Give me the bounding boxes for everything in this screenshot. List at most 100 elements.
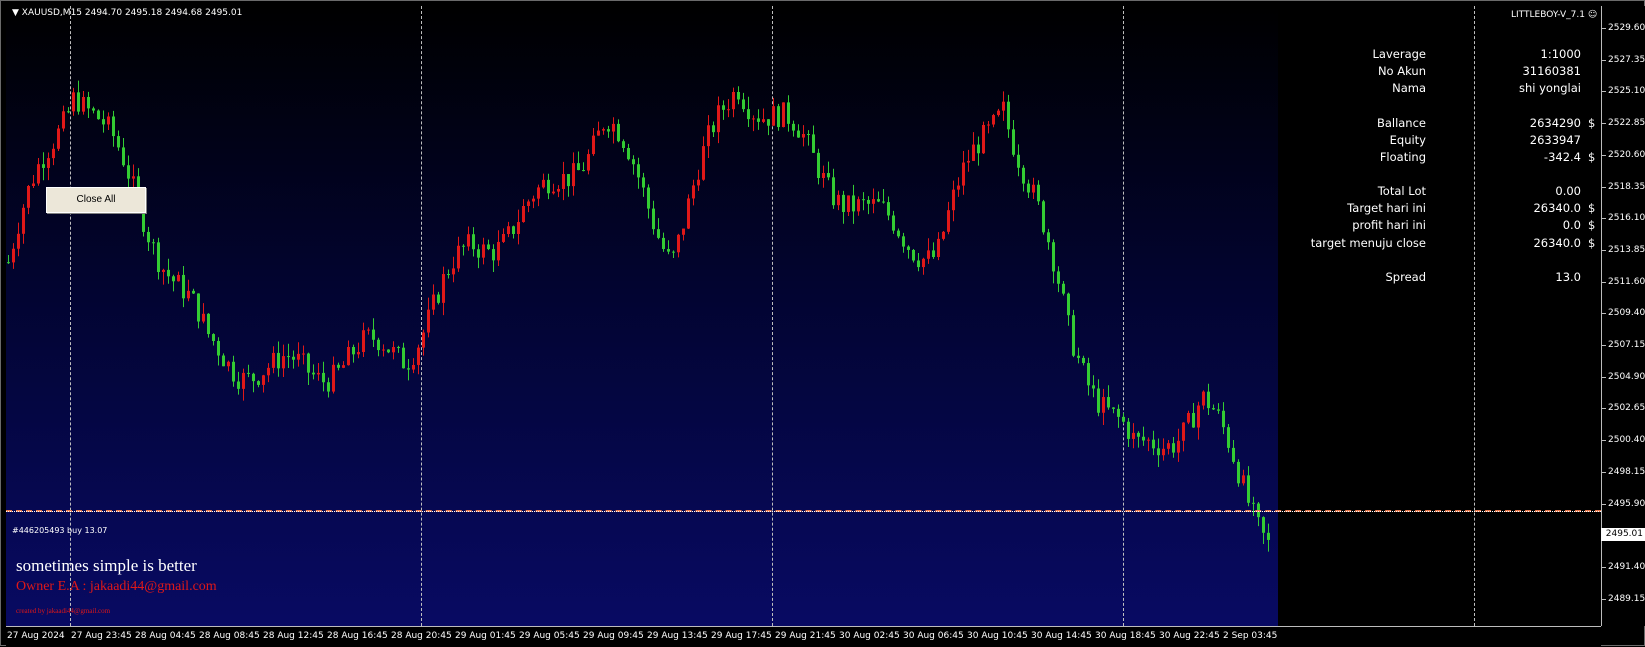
candle-body: [767, 119, 770, 126]
candle-body: [517, 222, 520, 235]
ea-name: LITTLEBOY-V_7.1 ☺: [1511, 10, 1597, 20]
candle-body: [352, 346, 355, 355]
candle-body: [162, 269, 165, 273]
chart-window: ▼ XAUUSD,M15 2494.70 2495.18 2494.68 249…: [0, 0, 1645, 647]
candle-body: [157, 242, 160, 273]
candle-body: [937, 238, 940, 258]
candle-body: [477, 249, 480, 258]
candle-body: [582, 170, 585, 172]
price-tick-mark: [1602, 28, 1606, 29]
candle-body: [467, 234, 470, 247]
candle-body: [1222, 410, 1225, 428]
candle-body: [702, 146, 705, 180]
candle-body: [707, 125, 710, 147]
candle-body: [927, 250, 930, 259]
candle-body: [667, 249, 670, 252]
candle-body: [182, 274, 185, 299]
candle-body: [1232, 447, 1235, 462]
candle-body: [202, 313, 205, 322]
candle-body: [102, 119, 105, 125]
price-tick-mark: [1602, 471, 1606, 473]
candle-body: [932, 250, 935, 258]
candle-body: [787, 102, 790, 124]
info-label: Spread: [1385, 270, 1427, 284]
info-value: 0.00: [1555, 184, 1581, 198]
chart-plot-area[interactable]: ▼ XAUUSD,M15 2494.70 2495.18 2494.68 249…: [6, 6, 1601, 626]
time-axis[interactable]: 27 Aug 2024 27 Aug 23:45 28 Aug 04:45 28 Au…: [6, 626, 1601, 647]
candle-body: [877, 199, 880, 202]
price-tick-label: 2498.15: [1608, 466, 1645, 477]
time-tick-label: 2 Sep 03:45: [1223, 631, 1278, 641]
candle-body: [497, 241, 500, 261]
bid-price-label: 2495.01: [1601, 528, 1645, 541]
candle-body: [732, 91, 735, 110]
candle-body: [1017, 154, 1020, 168]
candle-body: [812, 134, 815, 153]
price-tick-mark: [1602, 154, 1606, 156]
candle-body: [1142, 436, 1145, 441]
candle-body: [132, 176, 135, 179]
time-tick-label: 28 Aug 04:45: [135, 631, 196, 641]
candle-body: [597, 130, 600, 136]
candle-body: [647, 187, 650, 209]
candle-body: [1092, 385, 1095, 389]
price-tick-label: 2500.40: [1608, 435, 1645, 446]
candle-body: [712, 125, 715, 133]
price-tick-label: 2509.40: [1608, 308, 1645, 319]
candle-body: [682, 228, 685, 235]
price-tick-mark: [1602, 313, 1606, 315]
price-tick-mark: [1602, 186, 1606, 188]
owner-text: Owner E.A : jakaadi44@gmail.com: [16, 579, 217, 594]
candle-body: [1057, 271, 1060, 284]
close-all-button[interactable]: Close All: [46, 187, 146, 213]
candle-body: [452, 268, 455, 275]
candle-body: [112, 116, 115, 137]
candle-body: [382, 349, 385, 351]
candle-body: [487, 244, 490, 250]
candle-body: [447, 274, 450, 276]
price-tick-label: 2504.90: [1608, 371, 1645, 382]
candle-body: [117, 136, 120, 148]
candle-body: [1117, 408, 1120, 417]
candle-body: [852, 195, 855, 212]
candle-body: [1052, 242, 1055, 272]
candle-body: [1022, 167, 1025, 184]
price-tick-label: 2527.35: [1608, 54, 1645, 65]
candle-body: [1157, 448, 1160, 456]
price-tick-label: 2525.10: [1608, 86, 1645, 97]
collapse-triangle-icon[interactable]: ▼: [12, 8, 22, 18]
candle-body: [507, 226, 510, 235]
candle-body: [912, 249, 915, 261]
time-tick-label: 29 Aug 13:45: [647, 631, 708, 641]
candle-body: [212, 334, 215, 342]
candle-body: [847, 195, 850, 212]
info-currency: $: [1588, 116, 1596, 130]
candle-body: [752, 118, 755, 120]
candle-body: [992, 115, 995, 125]
info-value: 13.0: [1555, 270, 1581, 284]
candle-body: [442, 274, 445, 303]
symbol-info-text: XAUUSD,M15 2494.70 2495.18 2494.68 2495.…: [21, 8, 243, 18]
candle-body: [777, 106, 780, 128]
candle-body: [337, 364, 340, 368]
candle-body: [867, 199, 870, 204]
candle-body: [1247, 475, 1250, 503]
candle-body: [917, 260, 920, 268]
candle-body: [322, 372, 325, 383]
candle-body: [727, 109, 730, 111]
candle-body: [782, 102, 785, 128]
candle-body: [1192, 412, 1195, 428]
candle-body: [557, 188, 560, 192]
info-value: 2633947: [1529, 133, 1581, 147]
candle-body: [952, 189, 955, 211]
price-tick-mark: [1602, 566, 1606, 568]
candle-body: [892, 215, 895, 231]
candle-body: [562, 174, 565, 189]
candle-body: [62, 111, 65, 129]
info-label: No Akun: [1377, 64, 1426, 78]
candle-body: [1197, 405, 1200, 428]
candle-body: [612, 123, 615, 132]
info-value: 31160381: [1522, 64, 1581, 78]
info-value: 2634290: [1529, 116, 1581, 130]
candle-body: [417, 347, 420, 365]
